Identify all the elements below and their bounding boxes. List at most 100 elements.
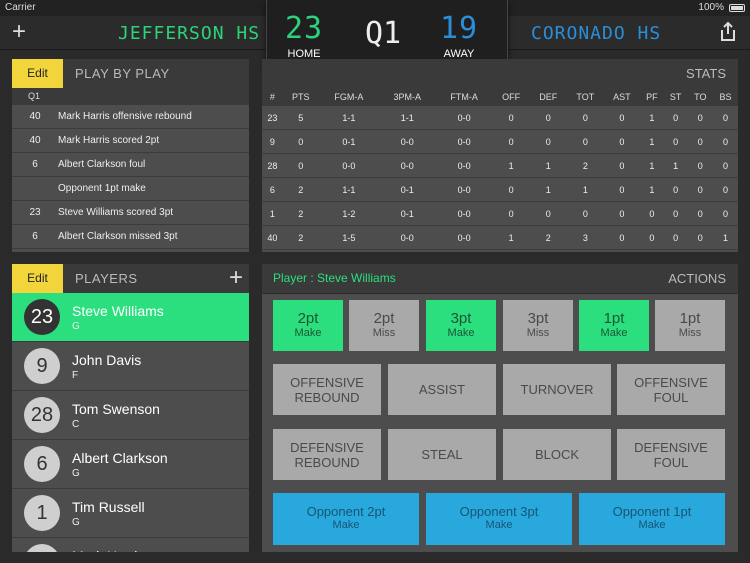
stats-cell: 1-2 <box>318 201 379 226</box>
offensive-rebound-button[interactable]: OFFENSIVE REBOUND <box>273 364 381 415</box>
defensive-foul-button[interactable]: DEFENSIVE FOUL <box>617 429 725 480</box>
player-row[interactable]: 9 John Davis F <box>12 342 249 391</box>
pbp-row[interactable]: 23 Steve Williams scored 3pt <box>12 201 249 225</box>
stats-cell: 0 <box>529 129 567 154</box>
player-list: 23 Steve Williams G 9 John Davis F 28 Tom Swens… <box>12 293 249 552</box>
stats-cell: 2 <box>282 225 319 250</box>
stats-cell: 0 <box>639 225 664 250</box>
stats-cell: 0-0 <box>435 177 493 202</box>
stats-cell: 2 <box>529 225 567 250</box>
player-number-badge: 28 <box>24 397 60 433</box>
stats-cell: 0 <box>492 129 530 154</box>
stats-cell: 0 <box>603 201 640 226</box>
player-row[interactable]: 6 Albert Clarkson G <box>12 440 249 489</box>
stats-cell: 2 <box>282 201 319 226</box>
player-row[interactable]: 40 Mark Harris <box>12 538 249 552</box>
stats-cell: 0-0 <box>435 129 493 154</box>
pbp-row[interactable]: 6 Albert Clarkson foul <box>12 153 249 177</box>
opponent-result-label: Make <box>332 519 360 531</box>
shot-result-label: Make <box>600 327 628 339</box>
pbp-event-text: Albert Clarkson foul <box>58 159 146 170</box>
stats-cell: 0 <box>603 177 640 202</box>
plus-icon[interactable]: + <box>229 266 243 290</box>
stats-cell: 0-0 <box>378 153 436 178</box>
stats-cell: 1 <box>529 153 567 178</box>
stats-cell: 1 <box>262 201 283 226</box>
pbp-edit-button[interactable]: Edit <box>12 59 63 88</box>
shot-3pt-miss-button[interactable]: 3pt Miss <box>503 300 573 351</box>
pbp-event-text: Mark Harris offensive rebound <box>58 111 192 122</box>
opponent-1pt-make-button[interactable]: Opponent 1pt Make <box>579 493 725 545</box>
stats-cell: 0 <box>529 201 567 226</box>
block-button[interactable]: BLOCK <box>503 429 611 480</box>
stats-cell: 0 <box>663 177 688 202</box>
stats-cell: 9 <box>262 129 283 154</box>
stats-table: # PTS FGM-A 3PM-A FTM-A OFF DEF TOT AST PF ST TO BS … <box>262 88 738 250</box>
shot-2pt-miss-button[interactable]: 2pt Miss <box>349 300 419 351</box>
stats-cell: 1 <box>713 225 738 250</box>
pbp-row[interactable]: 40 Mark Harris offensive rebound <box>12 105 249 129</box>
turnover-button[interactable]: TURNOVER <box>503 364 611 415</box>
stats-cell: 0 <box>713 153 738 178</box>
opponent-3pt-make-button[interactable]: Opponent 3pt Make <box>426 493 572 545</box>
stats-cell: 0 <box>713 129 738 154</box>
player-number-badge: 40 <box>24 544 60 552</box>
stats-cell: 0 <box>492 177 530 202</box>
stats-cell: 0 <box>687 129 714 154</box>
pbp-row[interactable]: 6 Albert Clarkson missed 3pt <box>12 225 249 249</box>
stats-cell: 1 <box>492 153 530 178</box>
plus-icon[interactable]: + <box>12 20 26 44</box>
selected-player-label: Player : Steve Williams <box>273 271 396 285</box>
player-position: G <box>72 321 80 332</box>
stats-row: 23 5 1-1 1-1 0-0 0 0 0 0 1 0 0 0 <box>262 106 738 130</box>
shot-result-label: Make <box>447 327 475 339</box>
shot-1pt-make-button[interactable]: 1pt Make <box>579 300 649 351</box>
stats-cell: 23 <box>262 106 283 130</box>
stats-cell: 0-0 <box>435 225 493 250</box>
actions-header: Player : Steve Williams ACTIONS <box>262 264 738 294</box>
stats-cell: 0 <box>603 153 640 178</box>
pbp-row[interactable]: Opponent 1pt make <box>12 177 249 201</box>
stats-cell: 2 <box>282 177 319 202</box>
stats-column-header: OFF <box>492 88 530 106</box>
players-edit-button[interactable]: Edit <box>12 264 63 293</box>
share-icon[interactable] <box>718 21 738 43</box>
stats-cell: 0 <box>663 129 688 154</box>
shot-2pt-make-button[interactable]: 2pt Make <box>273 300 343 351</box>
player-row[interactable]: 23 Steve Williams G <box>12 293 249 342</box>
assist-button[interactable]: ASSIST <box>388 364 496 415</box>
stats-cell: 0 <box>687 153 714 178</box>
player-row[interactable]: 28 Tom Swenson C <box>12 391 249 440</box>
shot-3pt-make-button[interactable]: 3pt Make <box>426 300 496 351</box>
quarter-indicator[interactable]: Q1 <box>347 16 419 51</box>
player-name: Tom Swenson <box>72 401 160 417</box>
steal-button[interactable]: STEAL <box>388 429 496 480</box>
pbp-player-number: 40 <box>29 135 41 146</box>
stats-cell: 0 <box>566 129 604 154</box>
stats-cell: 1 <box>639 106 664 130</box>
stats-cell: 0-0 <box>378 129 436 154</box>
shot-label: 1pt <box>679 310 701 327</box>
stats-cell: 5 <box>282 106 319 130</box>
pbp-event-text: Mark Harris scored 2pt <box>58 135 160 146</box>
stats-column-header: DEF <box>529 88 567 106</box>
stats-cell: 0 <box>603 129 640 154</box>
stats-cell: 0-0 <box>318 153 379 178</box>
player-row[interactable]: 1 Tim Russell G <box>12 489 249 538</box>
offensive-foul-button[interactable]: OFFENSIVE FOUL <box>617 364 725 415</box>
stats-cell: 1 <box>663 153 688 178</box>
pbp-quarter-header: Q1 <box>12 88 249 105</box>
pbp-player-number: 6 <box>32 231 38 242</box>
stats-cell: 1 <box>639 177 664 202</box>
defensive-rebound-button[interactable]: DEFENSIVE REBOUND <box>273 429 381 480</box>
player-name: Tim Russell <box>72 499 145 515</box>
stats-cell: 0 <box>713 106 738 130</box>
pbp-row[interactable]: 40 Mark Harris scored 2pt <box>12 129 249 153</box>
opponent-2pt-make-button[interactable]: Opponent 2pt Make <box>273 493 419 545</box>
shot-result-label: Miss <box>678 327 702 339</box>
stats-cell: 2 <box>566 153 604 178</box>
opponent-shot-label: Opponent 3pt <box>459 504 539 519</box>
shot-1pt-miss-button[interactable]: 1pt Miss <box>655 300 725 351</box>
stats-row: 28 0 0-0 0-0 0-0 1 1 2 0 1 1 0 0 <box>262 153 738 178</box>
stats-cell: 0 <box>687 106 714 130</box>
